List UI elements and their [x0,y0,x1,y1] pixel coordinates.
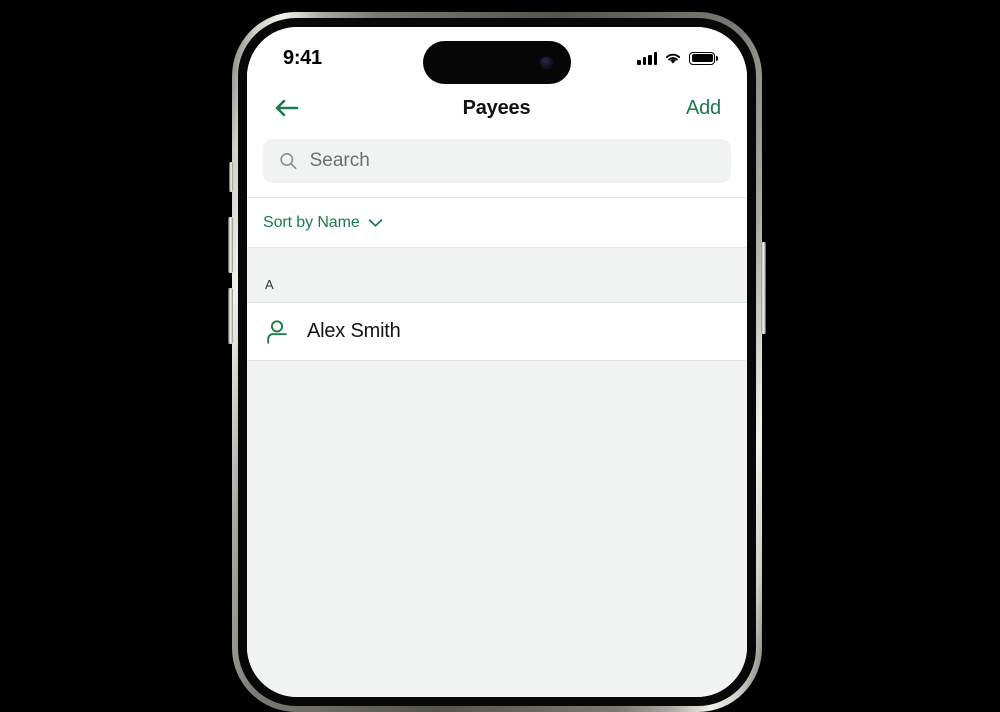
battery-full-icon [689,51,718,65]
chevron-down-icon [368,218,382,227]
power-button[interactable] [761,242,766,334]
status-time: 9:41 [283,46,322,69]
sort-label: Sort by Name [263,213,360,231]
payee-list: Alex Smith [247,303,747,360]
section-header: A [247,248,747,302]
search-field[interactable] [263,139,731,183]
sort-row: Sort by Name [247,198,747,247]
list-item[interactable]: Alex Smith [247,303,747,360]
empty-list-area [247,361,747,697]
silent-switch-button[interactable] [229,162,233,192]
navigation-bar: Payees Add [247,83,747,133]
arrow-left-icon [275,99,299,117]
phone-screen: 9:41 Payees Add Search Sort by Name A Al… [247,27,747,697]
person-outline-icon [267,319,287,344]
section-letter: A [265,277,274,292]
cellular-signal-icon [637,51,657,65]
phone-frame: 9:41 Payees Add Search Sort by Name A Al… [228,12,766,712]
search-container [247,133,747,197]
dynamic-island [423,41,571,84]
sort-by-name-dropdown[interactable]: Sort by Name [263,214,383,232]
page-title: Payees [462,96,531,119]
add-button[interactable]: Add [686,97,721,120]
volume-up-button[interactable] [228,217,233,273]
search-input[interactable] [309,150,715,172]
status-icons [637,51,718,65]
phone-bezel: 9:41 Payees Add Search Sort by Name A Al… [238,18,756,706]
wifi-icon [665,53,681,64]
volume-down-button[interactable] [228,288,233,344]
front-camera-icon [540,56,553,69]
back-button[interactable] [267,88,307,128]
payee-name: Alex Smith [307,320,401,342]
search-icon [280,153,297,170]
status-bar: 9:41 [247,27,747,84]
